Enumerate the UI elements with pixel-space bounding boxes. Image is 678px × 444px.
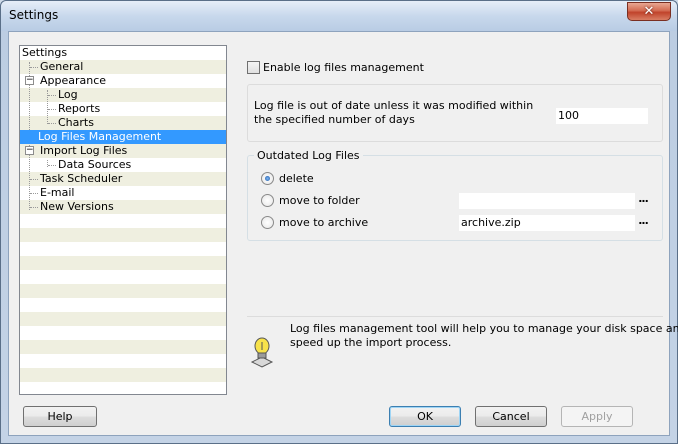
- tree-item-settings[interactable]: Settings: [22, 46, 67, 60]
- archive-path-input[interactable]: archive.zip: [459, 215, 635, 231]
- info-separator: [247, 316, 663, 317]
- collapse-icon[interactable]: −: [25, 76, 34, 85]
- tree-item-appearance[interactable]: Appearance: [40, 74, 106, 88]
- tree-item-general[interactable]: General: [40, 60, 83, 74]
- tree-item-log[interactable]: Log: [58, 88, 78, 102]
- title-bar[interactable]: Settings ✕: [1, 1, 677, 31]
- outofdate-text-line2: the specified number of days: [254, 113, 415, 126]
- folder-path-input[interactable]: [459, 193, 635, 209]
- close-button[interactable]: ✕: [627, 2, 671, 21]
- tree-item-data-sources[interactable]: Data Sources: [58, 158, 131, 172]
- move-to-archive-label: move to archive: [279, 216, 369, 229]
- outofdate-panel: Log file is out of date unless it was mo…: [247, 84, 663, 142]
- outdated-log-files-group: Outdated Log Files delete move to folder…: [247, 149, 663, 241]
- settings-tree[interactable]: − − Settings General Appearance Log Repo…: [19, 45, 227, 395]
- tree-item-charts[interactable]: Charts: [58, 116, 94, 130]
- info-text-line1: Log files management tool will help you …: [290, 322, 678, 335]
- tree-item-new-versions[interactable]: New Versions: [40, 200, 114, 214]
- tree-connector: [48, 123, 56, 124]
- days-input[interactable]: 100: [556, 108, 648, 124]
- tree-connector: [48, 109, 56, 110]
- tree-connector: [48, 95, 56, 96]
- help-button[interactable]: Help: [23, 406, 97, 427]
- move-to-archive-radio[interactable]: [261, 216, 274, 229]
- tree-item-email[interactable]: E-mail: [40, 186, 75, 200]
- tree-connector: [30, 193, 38, 194]
- close-icon: ✕: [643, 4, 655, 19]
- move-to-folder-radio[interactable]: [261, 194, 274, 207]
- move-to-folder-label: move to folder: [279, 194, 360, 207]
- settings-window: Settings ✕ − − Settings General Appearan…: [0, 0, 678, 444]
- delete-radio-label: delete: [279, 172, 314, 185]
- outdated-group-title: Outdated Log Files: [254, 149, 363, 162]
- tree-connector: [30, 67, 38, 68]
- window-title: Settings: [9, 8, 59, 22]
- dialog-client-area: − − Settings General Appearance Log Repo…: [8, 31, 678, 436]
- browse-folder-button[interactable]: ...: [635, 193, 651, 209]
- tree-connector: [30, 179, 38, 180]
- cancel-button[interactable]: Cancel: [475, 406, 547, 427]
- delete-radio[interactable]: [261, 172, 274, 185]
- tree-item-import-log-files[interactable]: Import Log Files: [40, 144, 127, 158]
- tree-connector: [30, 207, 38, 208]
- collapse-icon[interactable]: −: [25, 146, 34, 155]
- outofdate-text-line1: Log file is out of date unless it was mo…: [254, 99, 534, 112]
- enable-log-management-checkbox[interactable]: [247, 61, 260, 74]
- tree-item-task-scheduler[interactable]: Task Scheduler: [40, 172, 122, 186]
- tree-item-reports[interactable]: Reports: [58, 102, 100, 116]
- browse-archive-button[interactable]: ...: [635, 215, 651, 231]
- ok-button[interactable]: OK: [389, 406, 461, 427]
- lightbulb-icon: [249, 336, 275, 368]
- info-text-line2: speed up the import process.: [290, 336, 452, 349]
- apply-button[interactable]: Apply: [561, 406, 633, 427]
- tree-connector: [48, 165, 56, 166]
- enable-log-management-label: Enable log files management: [263, 61, 424, 74]
- tree-item-log-files-management[interactable]: Log Files Management: [20, 130, 226, 144]
